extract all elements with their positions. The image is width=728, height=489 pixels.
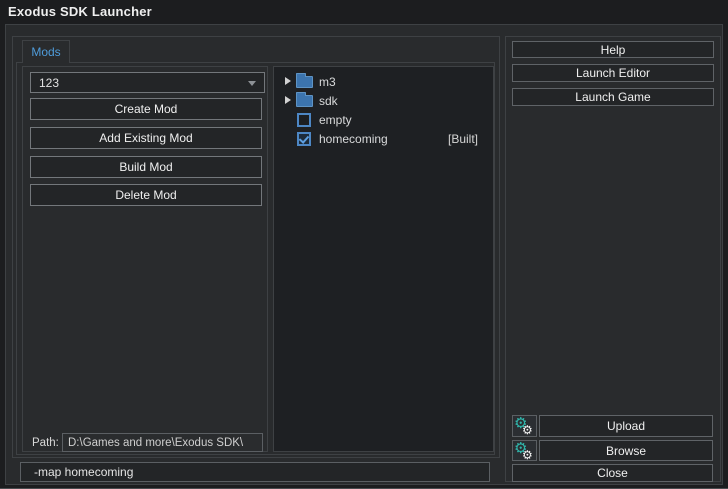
launch-args-input[interactable] xyxy=(20,462,490,482)
tree-item-label: m3 xyxy=(319,75,336,89)
folder-icon xyxy=(296,92,313,107)
tree-item-empty[interactable]: empty xyxy=(274,110,493,129)
delete-mod-label: Delete Mod xyxy=(115,188,177,202)
launch-game-label: Launch Game xyxy=(575,90,651,104)
browse-label: Browse xyxy=(605,443,646,458)
chevron-down-icon xyxy=(248,81,256,86)
expand-arrow-icon[interactable] xyxy=(285,96,291,104)
tree-item-sdk[interactable]: sdk xyxy=(274,91,493,110)
close-button[interactable]: Close xyxy=(512,464,713,482)
add-existing-mod-label: Add Existing Mod xyxy=(99,131,193,145)
mod-select-dropdown[interactable]: 123 xyxy=(30,72,265,93)
upload-label: Upload xyxy=(606,419,646,433)
add-existing-mod-button[interactable]: Add Existing Mod xyxy=(30,127,262,149)
mod-select-value: 123 xyxy=(39,75,60,90)
modio-gears-icon xyxy=(512,415,537,437)
create-mod-button[interactable]: Create Mod xyxy=(30,98,262,120)
mod-tree: m3 sdk empty homecoming [Built] xyxy=(273,66,494,452)
exodus-sdk-launcher-window: Exodus SDK Launcher Mods 123 Create Mod … xyxy=(0,0,728,489)
gear-white-icon xyxy=(522,424,533,436)
help-label: Help xyxy=(600,42,626,57)
close-label: Close xyxy=(597,466,628,480)
tab-mods-label: Mods xyxy=(31,45,61,59)
gear-white-icon xyxy=(522,449,533,460)
launch-editor-label: Launch Editor xyxy=(575,66,651,80)
launch-editor-button[interactable]: Launch Editor xyxy=(512,64,714,82)
tree-item-label: sdk xyxy=(319,94,338,108)
create-mod-label: Create Mod xyxy=(114,102,178,116)
window-title: Exodus SDK Launcher xyxy=(8,4,152,19)
tree-item-m3[interactable]: m3 xyxy=(274,72,493,91)
help-button[interactable]: Help xyxy=(512,41,714,58)
delete-mod-button[interactable]: Delete Mod xyxy=(30,184,262,206)
upload-button[interactable]: Upload xyxy=(539,415,713,437)
checkbox-checked-icon[interactable] xyxy=(297,132,311,146)
expand-arrow-icon[interactable] xyxy=(285,77,291,85)
tree-item-label: homecoming xyxy=(319,132,388,146)
built-status-badge: [Built] xyxy=(447,132,478,146)
checkbox-unchecked-icon[interactable] xyxy=(297,113,311,127)
tab-mods[interactable]: Mods xyxy=(22,40,70,63)
title-bar[interactable]: Exodus SDK Launcher xyxy=(0,0,728,24)
path-input[interactable] xyxy=(62,433,263,452)
tree-item-label: empty xyxy=(319,113,352,127)
build-mod-label: Build Mod xyxy=(119,160,173,174)
tree-item-homecoming[interactable]: homecoming [Built] xyxy=(274,129,493,148)
path-label: Path: xyxy=(32,437,59,449)
folder-icon xyxy=(296,73,313,88)
mod-controls-frame xyxy=(22,66,268,452)
build-mod-button[interactable]: Build Mod xyxy=(30,156,262,178)
launch-game-button[interactable]: Launch Game xyxy=(512,88,714,106)
browse-button[interactable]: Browse xyxy=(539,440,713,461)
modio-gears-icon xyxy=(512,440,537,461)
